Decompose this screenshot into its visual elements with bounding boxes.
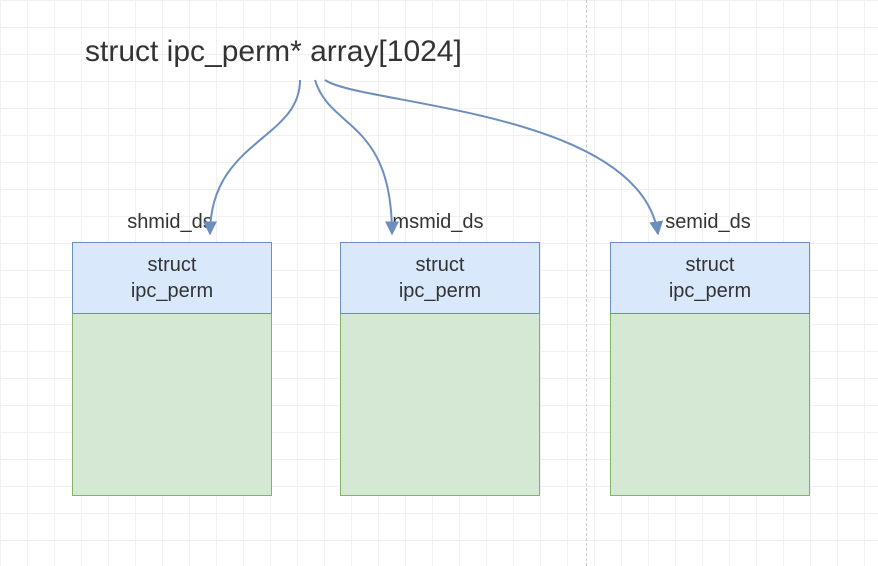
struct-header-2: structipc_perm	[610, 242, 810, 314]
box-label-0: shmid_ds	[90, 211, 250, 234]
struct-box-2: structipc_perm	[610, 242, 810, 496]
struct-box-1: structipc_perm	[340, 242, 540, 496]
box-label-1: msmid_ds	[358, 211, 518, 234]
struct-header-1: structipc_perm	[340, 242, 540, 314]
diagram-title: struct ipc_perm* array[1024]	[85, 35, 462, 69]
struct-box-0: structipc_perm	[72, 242, 272, 496]
struct-body-0	[72, 314, 272, 496]
struct-header-0: structipc_perm	[72, 242, 272, 314]
struct-body-2	[610, 314, 810, 496]
box-label-2: semid_ds	[628, 211, 788, 234]
page-divider	[586, 0, 587, 566]
struct-body-1	[340, 314, 540, 496]
